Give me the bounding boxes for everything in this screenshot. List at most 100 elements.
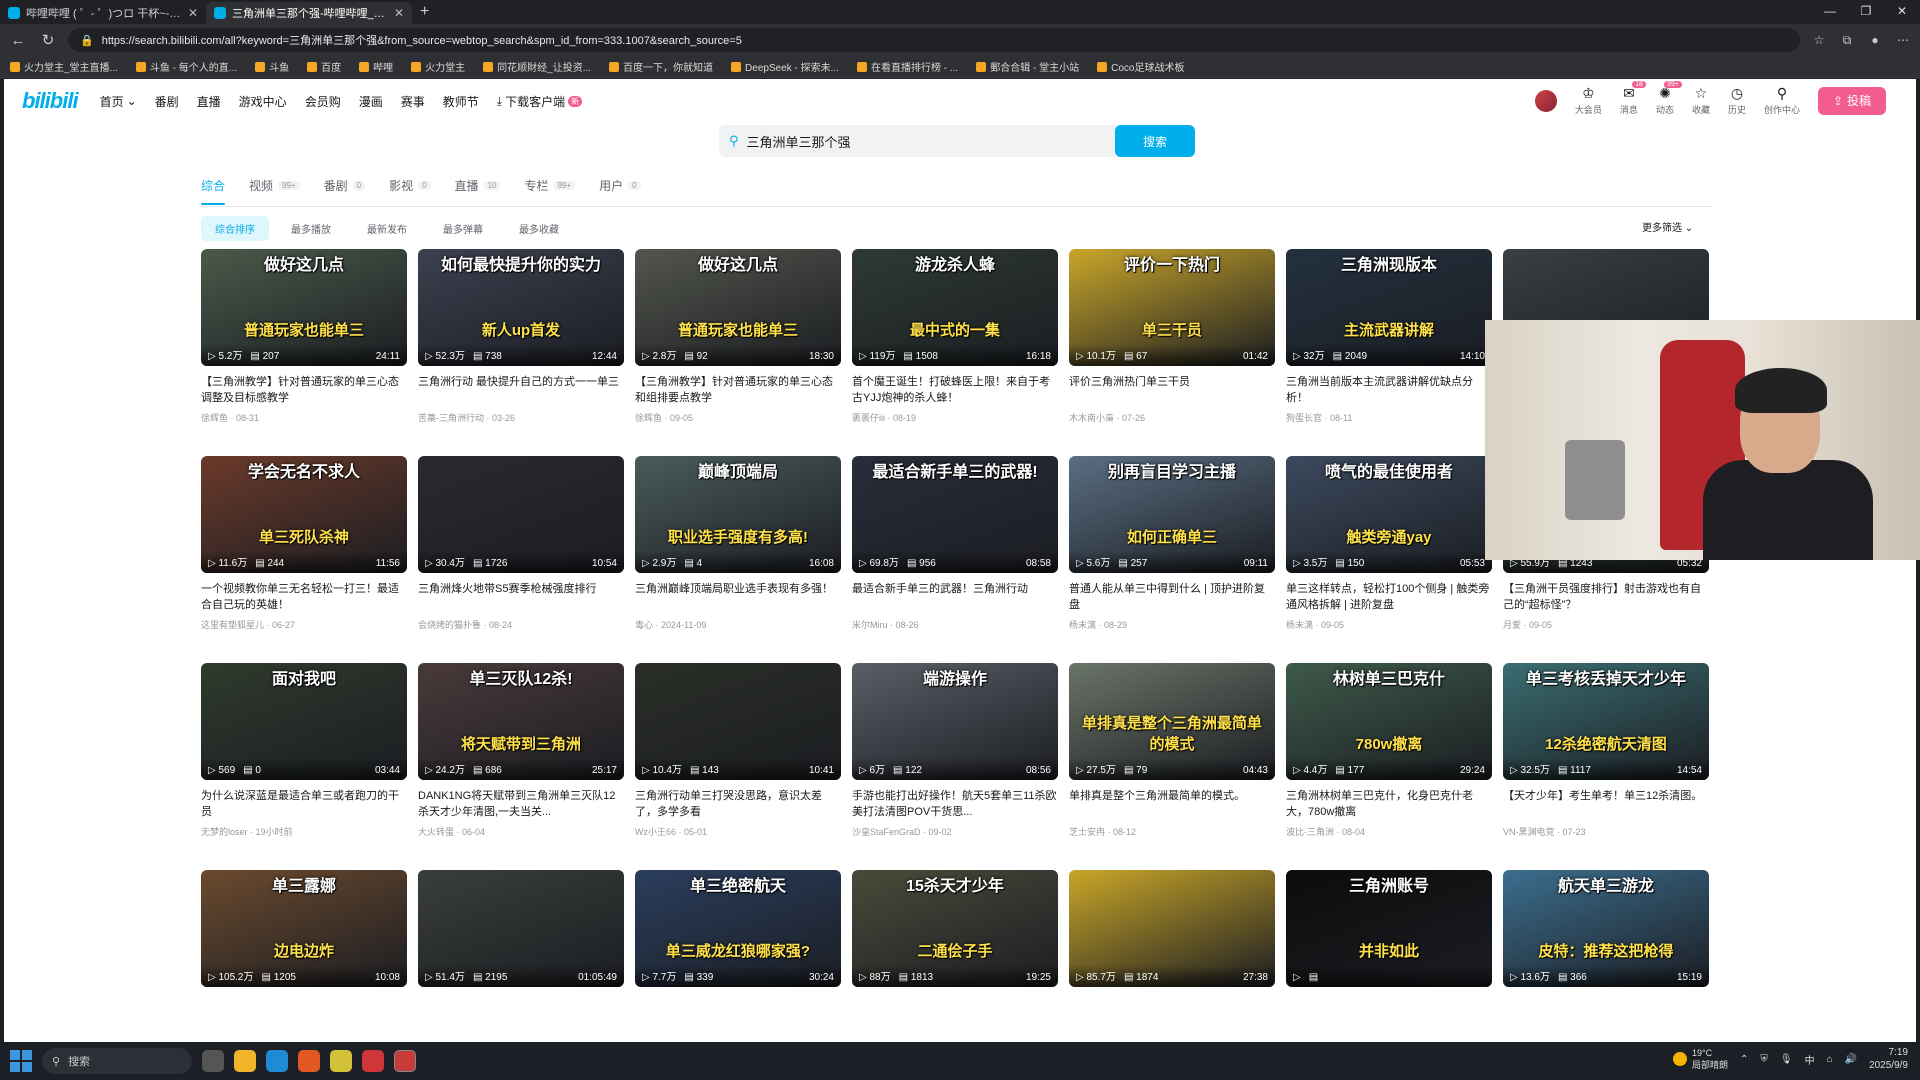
edge-browser-icon[interactable] (266, 1050, 288, 1072)
video-card[interactable]: 三角洲现版本 主流武器讲解 ▷ 32万 ▤ 2049 14:10 三角洲当前版本主流武器讲… (1286, 249, 1492, 456)
windows-start-icon[interactable] (10, 1050, 32, 1072)
video-card[interactable]: 最适合新手单三的武器! ▷ 69.8万 ▤ 956 08:58 最适合新手单三的武器！三… (852, 456, 1058, 663)
video-card[interactable]: ▷ 85.7万▤ 187427:38 · (1069, 870, 1275, 1042)
video-meta[interactable]: 杨末漓 · 09-05 (1286, 618, 1492, 631)
video-title[interactable] (201, 995, 407, 1027)
video-title[interactable]: 三角洲烽火地带S5赛季枪械强度排行 (418, 581, 624, 613)
header-creator-center[interactable]: ⚲ 创作中心 (1764, 85, 1800, 116)
video-meta[interactable]: 苦藁-三角洲行动 · 03-26 (418, 411, 624, 424)
nav-esports[interactable]: 赛事 (401, 93, 425, 110)
video-meta[interactable]: 大火转蛋 · 06-04 (418, 825, 624, 838)
video-title[interactable]: 【天才少年】考生单考！单三12杀清图。 (1503, 788, 1709, 820)
video-card[interactable]: 端游操作 ▷ 6万 ▤ 122 08:56 手游也能打出好操作！航天5套单三11杀欧美打… (852, 663, 1058, 870)
video-title[interactable]: 三角洲行动单三打哭没思路，意识太差了，多学多看 (635, 788, 841, 820)
video-thumbnail[interactable]: 评价一下热门 单三干员 ▷ 10.1万 ▤ 67 01:42 (1069, 249, 1275, 366)
video-card[interactable]: 如何最快提升你的实力 新人up首发 ▷ 52.3万 ▤ 738 12:44 三角洲行动 最… (418, 249, 624, 456)
nav-mall[interactable]: 会员购 (305, 93, 341, 110)
video-thumbnail[interactable]: 学会无名不求人 单三死队杀神 ▷ 11.6万 ▤ 244 11:56 (201, 456, 407, 573)
favorite-star-icon[interactable]: ☆ (1810, 31, 1828, 49)
bookmark-item[interactable]: Coco足球战术板 (1097, 59, 1184, 74)
video-title[interactable] (418, 995, 624, 1027)
minimize-icon[interactable]: — (1812, 0, 1848, 22)
video-thumbnail[interactable]: 喷气的最佳使用者 触类旁通yay ▷ 3.5万 ▤ 150 05:53 (1286, 456, 1492, 573)
nav-download-client[interactable]: ⤓ 下载客户端新 (497, 93, 583, 110)
video-thumbnail[interactable]: 15杀天才少年 二通侩子手 ▷ 88万 ▤ 1813 19:25 (852, 870, 1058, 987)
back-icon[interactable]: ← (8, 32, 28, 49)
sort-comprehensive[interactable]: 综合排序 (201, 216, 269, 241)
active-app-icon[interactable] (394, 1050, 416, 1072)
video-title[interactable]: 【三角洲教学】针对普通玩家的单三心态和组排要点教学 (635, 374, 841, 406)
url-field[interactable]: 🔒 https://search.bilibili.com/all?keywor… (68, 28, 1800, 52)
video-meta[interactable]: 徐辉鱼 · 09-05 (635, 411, 841, 424)
video-thumbnail[interactable]: 单三灭队12杀! 将天赋带到三角洲 ▷ 24.2万 ▤ 686 25:17 (418, 663, 624, 780)
video-title[interactable] (852, 995, 1058, 1027)
video-title[interactable]: 【三角洲干员强度排行】射击游戏也有自己的“超标怪”？ (1503, 581, 1709, 613)
video-thumbnail[interactable]: 航天单三游龙 皮特：推荐这把枪得 ▷ 13.6万 ▤ 366 15:19 (1503, 870, 1709, 987)
header-history[interactable]: ◷ 历史 (1728, 85, 1746, 116)
uploader-name[interactable]: VN-黑渊电竞 (1503, 827, 1555, 837)
maximize-icon[interactable]: ❐ (1848, 0, 1884, 22)
video-card[interactable]: 喷气的最佳使用者 触类旁通yay ▷ 3.5万 ▤ 150 05:53 单三这样转点，轻松… (1286, 456, 1492, 663)
extensions-icon[interactable]: ⧉ (1838, 31, 1856, 49)
video-meta[interactable]: 沙皇StaFenGraD · 09-02 (852, 825, 1058, 838)
bookmark-item[interactable]: 百度 (307, 59, 341, 74)
uploader-name[interactable]: 这里有垫狐星儿 (201, 620, 264, 630)
video-meta[interactable]: 徐辉鱼 · 08-31 (201, 411, 407, 424)
nav-anime[interactable]: 番剧 (155, 93, 179, 110)
video-title[interactable]: 【三角洲教学】针对普通玩家的单三心态调整及目标感教学 (201, 374, 407, 406)
bookmark-item[interactable]: 火力堂主_堂主直播... (10, 59, 118, 74)
uploader-name[interactable]: 波比-三角洲 (1286, 827, 1334, 837)
video-title[interactable]: 手游也能打出好操作！航天5套单三11杀欧美打法清图POV干货思... (852, 788, 1058, 820)
tray-chevron-icon[interactable]: ⌃ (1740, 1054, 1748, 1065)
uploader-name[interactable]: 芝士安冉 (1069, 827, 1105, 837)
ime-icon[interactable]: 中 (1805, 1052, 1815, 1067)
bookmark-item[interactable]: 斗鱼 (255, 59, 289, 74)
nav-teachers-day[interactable]: 教师节 (443, 93, 479, 110)
sort-most-danmaku[interactable]: 最多弹幕 (429, 216, 497, 241)
video-card[interactable]: 面对我吧 ▷ 569 ▤ 0 03:44 为什么说深蓝是最适合单三或者跑刀的干员 无梦的l… (201, 663, 407, 870)
weather-widget[interactable]: 19°C 局部晴朗 (1672, 1047, 1728, 1071)
close-window-icon[interactable]: ✕ (1884, 0, 1920, 22)
video-meta[interactable]: 米尔Miru · 08-26 (852, 618, 1058, 631)
video-title[interactable]: 三角洲林树单三巴克什，化身巴克什老大，780w撤离 (1286, 788, 1492, 820)
video-meta[interactable]: 波比-三角洲 · 08-04 (1286, 825, 1492, 838)
uploader-name[interactable]: 狗蛋长官 (1286, 413, 1322, 423)
bookmark-item[interactable]: DeepSeek - 探索未... (731, 59, 839, 74)
bookmark-item[interactable]: 火力堂主 (411, 59, 465, 74)
video-meta[interactable]: 杨末漓 · 08-29 (1069, 618, 1275, 631)
video-meta[interactable]: 裹裹仔iii · 08-19 (852, 411, 1058, 424)
video-title[interactable]: 普通人能从单三中得到什么 | 顶护进阶复盘 (1069, 581, 1275, 613)
video-thumbnail[interactable]: ▷ 85.7万 ▤ 1874 27:38 (1069, 870, 1275, 987)
video-card[interactable]: 单三考核丢掉天才少年 12杀绝密航天清图 ▷ 32.5万 ▤ 1117 14:54 【天才… (1503, 663, 1709, 870)
header-vip[interactable]: ♔ 大会员 (1575, 85, 1602, 116)
video-meta[interactable]: 无梦的loser · 19小时前 (201, 825, 407, 838)
clock[interactable]: 7:19 2025/9/9 (1869, 1046, 1908, 1072)
upload-button[interactable]: ⇪ 投稿 (1818, 86, 1886, 115)
nav-manga[interactable]: 漫画 (359, 93, 383, 110)
video-thumbnail[interactable]: 端游操作 ▷ 6万 ▤ 122 08:56 (852, 663, 1058, 780)
sort-most-favorited[interactable]: 最多收藏 (505, 216, 573, 241)
video-thumbnail[interactable]: ▷ 10.4万 ▤ 143 10:41 (635, 663, 841, 780)
video-card[interactable]: 做好这几点 普通玩家也能单三 ▷ 5.2万 ▤ 207 24:11 【三角洲教学】针对普通… (201, 249, 407, 456)
video-thumbnail[interactable]: 单排真是整个三角洲最简单的模式 ▷ 27.5万 ▤ 79 04:43 (1069, 663, 1275, 780)
menu-icon[interactable]: ⋯ (1894, 31, 1912, 49)
nav-home[interactable]: 首页 ⌄ (100, 93, 137, 110)
app-icon[interactable] (362, 1050, 384, 1072)
uploader-name[interactable]: 杨末漓 (1286, 620, 1313, 630)
task-view-icon[interactable] (202, 1050, 224, 1072)
network-icon[interactable]: ⌂ (1827, 1054, 1833, 1065)
profile-icon[interactable]: ● (1866, 31, 1884, 49)
new-tab-button[interactable]: + (420, 3, 429, 21)
video-card[interactable]: 巅峰顶端局 职业选手强度有多高! ▷ 2.9万 ▤ 4 16:08 三角洲巅峰顶端局职业选… (635, 456, 841, 663)
volume-icon[interactable]: 🔊 (1845, 1054, 1857, 1065)
video-card[interactable]: 林树单三巴克什 780w撤离 ▷ 4.4万 ▤ 177 29:24 三角洲林树单三巴克什，… (1286, 663, 1492, 870)
close-tab-icon[interactable]: ✕ (394, 6, 404, 20)
video-card[interactable]: 学会无名不求人 单三死队杀神 ▷ 11.6万 ▤ 244 11:56 一个视频教你单三无名… (201, 456, 407, 663)
nav-live[interactable]: 直播 (197, 93, 221, 110)
video-thumbnail[interactable]: 做好这几点 普通玩家也能单三 ▷ 5.2万 ▤ 207 24:11 (201, 249, 407, 366)
video-title[interactable]: 最适合新手单三的武器！三角洲行动 (852, 581, 1058, 613)
video-meta[interactable]: 这里有垫狐星儿 · 06-27 (201, 618, 407, 631)
video-title[interactable] (635, 995, 841, 1027)
taskbar-search[interactable]: ⚲ 搜索 (42, 1048, 192, 1074)
tab-all[interactable]: 综合 (201, 171, 226, 205)
